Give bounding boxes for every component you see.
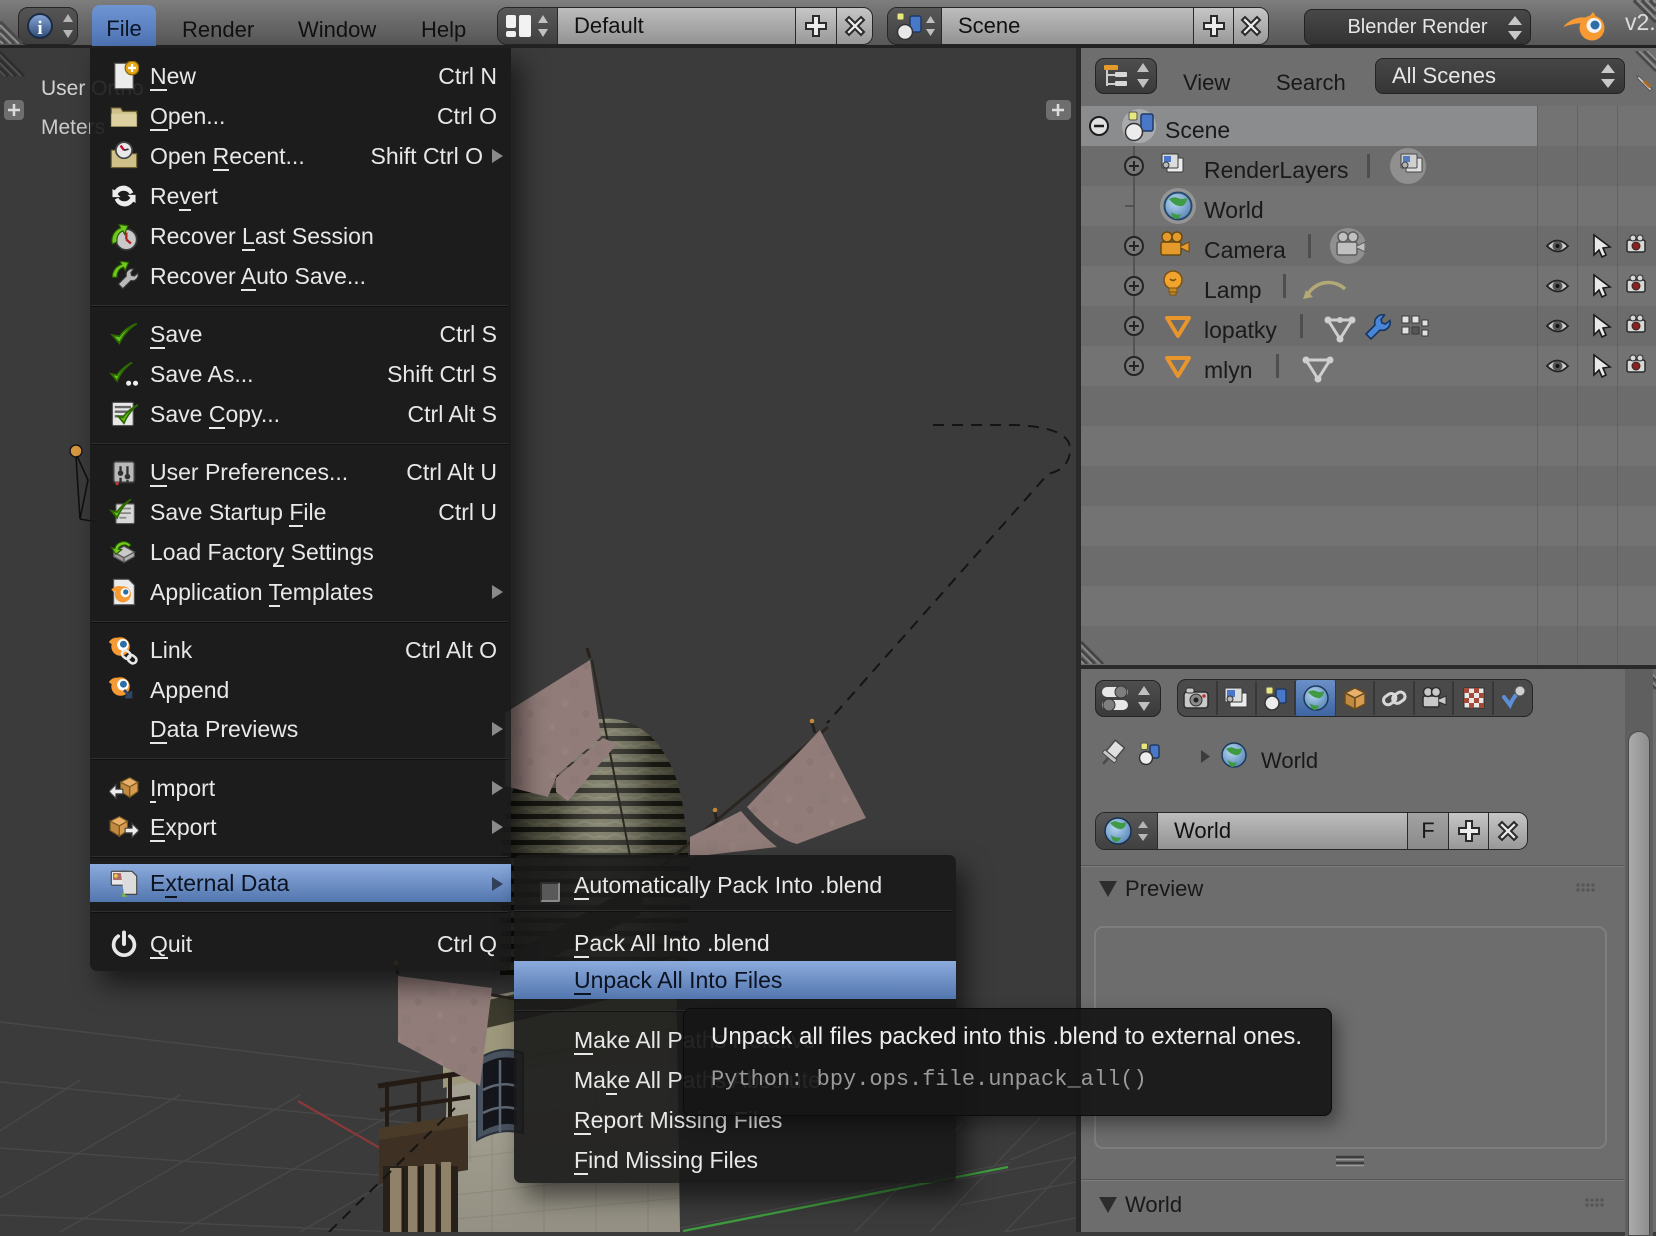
svg-text:i: i (37, 18, 42, 39)
